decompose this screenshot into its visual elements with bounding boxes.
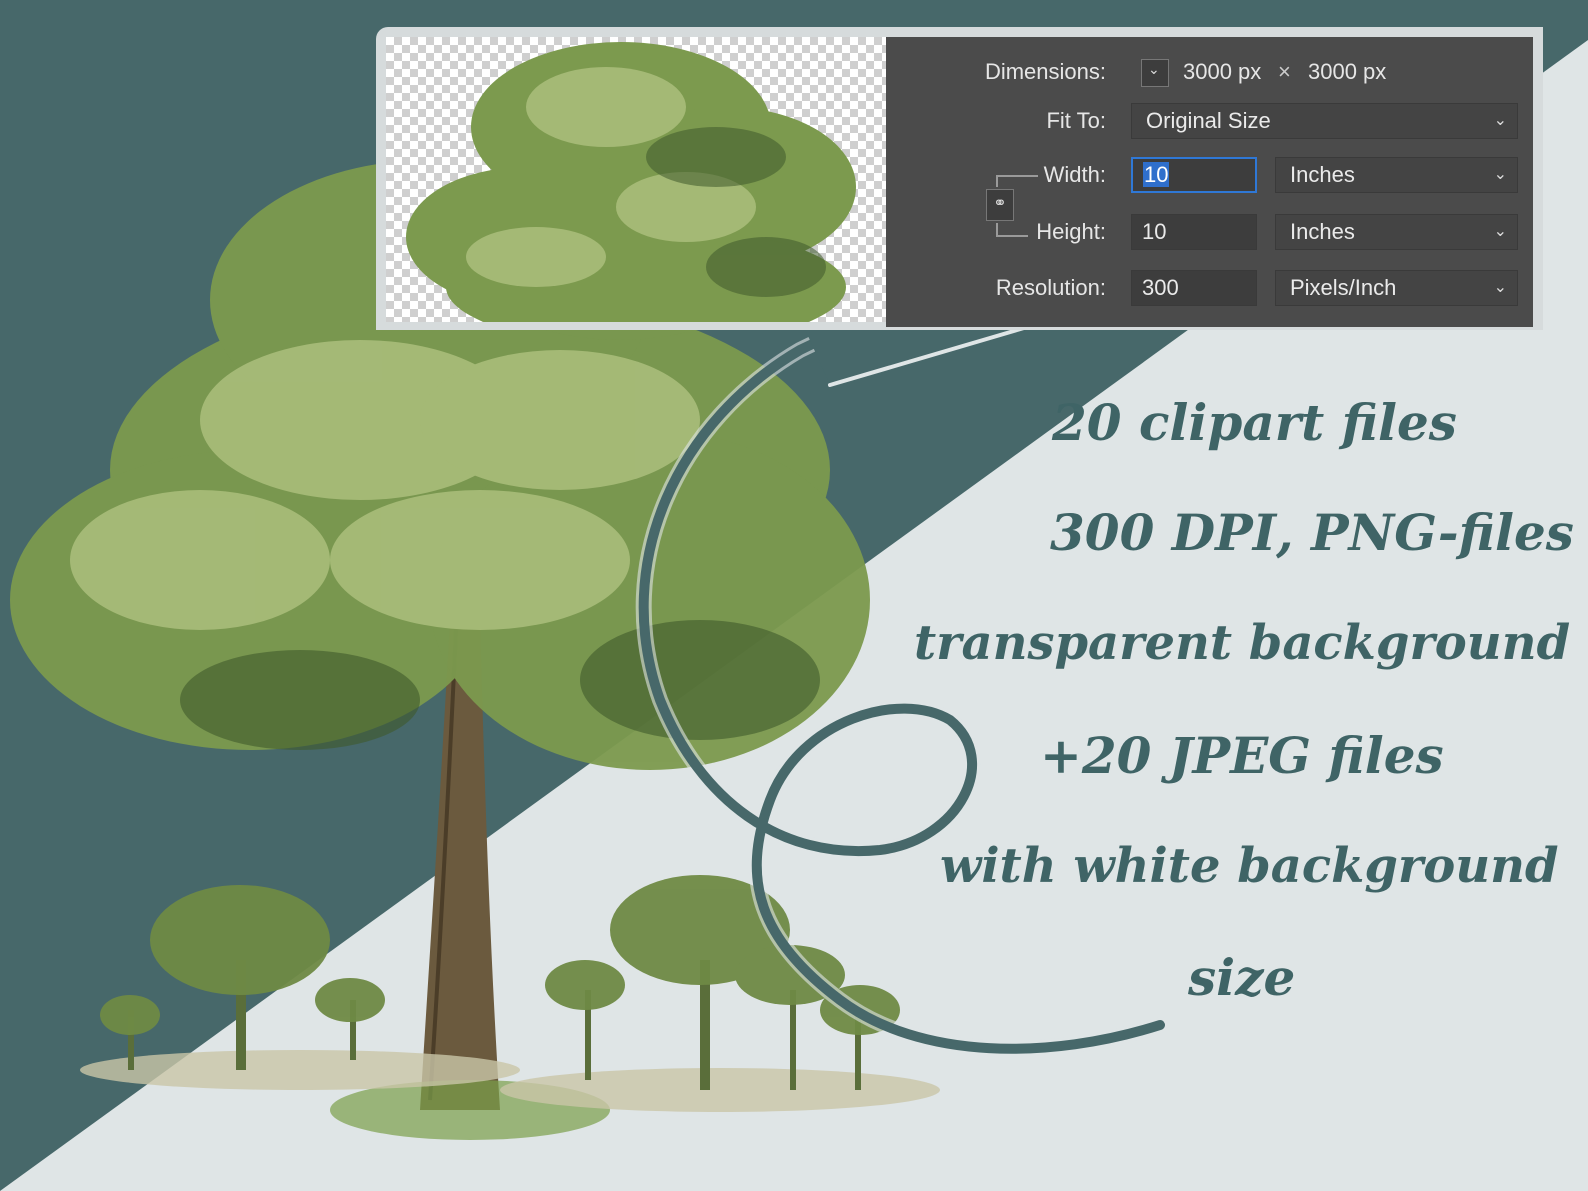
dimensions-dropdown[interactable]: ⌄ [1141, 59, 1169, 87]
dimensions-label: Dimensions: [984, 59, 1106, 84]
dimensions-times: × [1278, 59, 1291, 84]
resolution-input[interactable]: 300 [1131, 270, 1257, 306]
resolution-unit-value: Pixels/Inch [1290, 275, 1397, 300]
fit-to-value: Original Size [1146, 108, 1271, 133]
promo-line-3: transparent background [914, 615, 1571, 671]
promo-line-4: +20 JPEG files [1040, 726, 1444, 785]
width-input[interactable]: 10 [1131, 157, 1257, 193]
resolution-label: Resolution: [995, 275, 1106, 300]
chevron-down-icon: ⌄ [1148, 61, 1160, 77]
resolution-unit-select[interactable]: Pixels/Inch ⌄ [1275, 270, 1518, 306]
chevron-down-icon: ⌄ [1493, 223, 1507, 240]
dimensions-width-value: 3000 px [1183, 59, 1262, 84]
link-chain-icon[interactable]: ⚭ [986, 189, 1014, 221]
chevron-down-icon: ⌄ [1493, 166, 1507, 183]
palm-tree-icon [406, 42, 856, 347]
image-size-dialog: Dimensions: ⌄ 3000 px × 3000 px Fit To: … [886, 37, 1533, 327]
dimensions-height-value: 3000 px [1308, 59, 1387, 84]
promo-line-5: with white background [940, 838, 1559, 894]
chevron-down-icon: ⌄ [1493, 112, 1507, 129]
width-unit-value: Inches [1290, 162, 1355, 187]
width-value: 10 [1143, 162, 1170, 187]
promo-line-2: 300 DPI, PNG-files [1050, 503, 1574, 562]
height-unit-select[interactable]: Inches ⌄ [1275, 214, 1518, 250]
transparency-checkerboard [386, 37, 886, 347]
promo-line-6: size [1188, 948, 1296, 1007]
height-label: Height: [1036, 219, 1106, 244]
width-unit-select[interactable]: Inches ⌄ [1275, 157, 1518, 193]
height-unit-value: Inches [1290, 219, 1355, 244]
chevron-down-icon: ⌄ [1493, 279, 1507, 296]
fit-to-select[interactable]: Original Size ⌄ [1131, 103, 1518, 139]
fit-to-label: Fit To: [1046, 108, 1106, 133]
height-input[interactable]: 10 [1131, 214, 1257, 250]
width-label: Width: [1043, 162, 1106, 187]
promo-line-1: 20 clipart files [1052, 393, 1457, 452]
